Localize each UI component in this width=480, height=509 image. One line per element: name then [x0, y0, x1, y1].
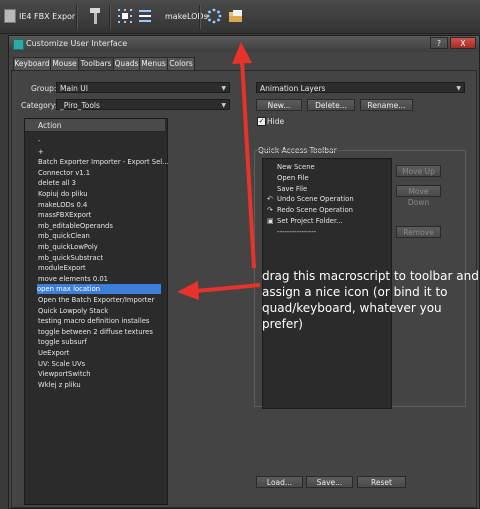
arrow-to-action	[177, 281, 261, 300]
arrow-to-toolbar	[232, 42, 256, 269]
annotation-arrows	[177, 42, 261, 300]
